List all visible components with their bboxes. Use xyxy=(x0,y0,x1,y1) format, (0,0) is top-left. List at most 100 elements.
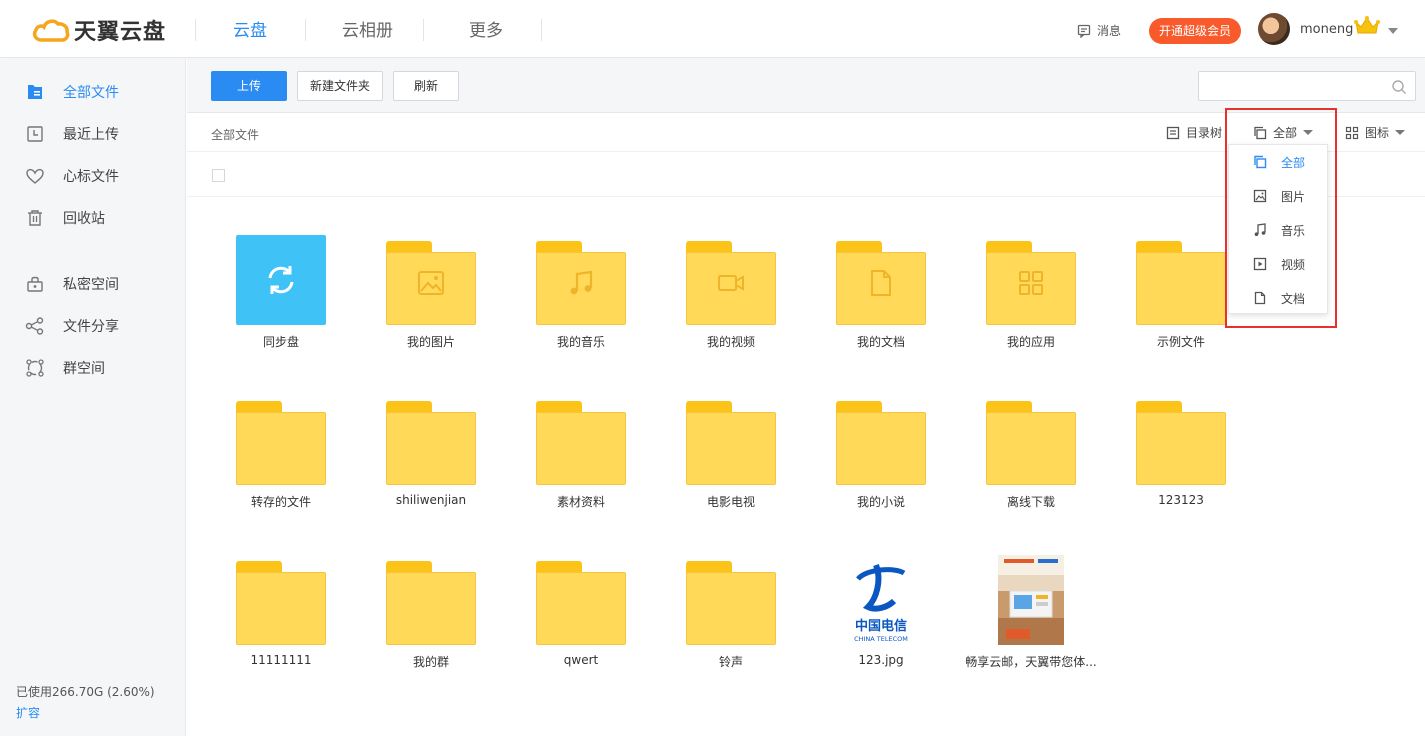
logo-text: 天翼云盘 xyxy=(74,20,167,45)
folder-item[interactable]: 我的小说 xyxy=(806,395,956,525)
filter-option-videos[interactable]: 视频 xyxy=(1229,247,1329,281)
video-icon xyxy=(1253,257,1267,271)
view-mode-toggle[interactable]: 图标 xyxy=(1345,124,1406,141)
folder-item[interactable]: 我的图片 xyxy=(356,235,506,365)
nav-divider xyxy=(541,19,542,41)
file-name: 我的文档 xyxy=(856,335,905,349)
folder-item[interactable]: 我的群 xyxy=(356,555,506,685)
image-thumbnail: 中国电信 CHINA TELECOM xyxy=(846,555,916,645)
sidebar-item-recent-uploads[interactable]: 最近上传 xyxy=(0,117,186,151)
image-icon xyxy=(1253,189,1267,203)
sidebar-item-file-share[interactable]: 文件分享 xyxy=(0,309,186,343)
nav-more[interactable]: 更多 xyxy=(469,19,503,43)
folder-item[interactable]: 离线下载 xyxy=(956,395,1106,525)
avatar[interactable] xyxy=(1258,13,1290,45)
sidebar-item-label: 文件分享 xyxy=(63,319,119,335)
folder-item[interactable]: 素材资料 xyxy=(506,395,656,525)
sidebar-item-favorites[interactable]: 心标文件 xyxy=(0,159,186,193)
search-icon[interactable] xyxy=(1391,79,1407,95)
folder-icon xyxy=(686,401,776,485)
messages-button[interactable]: 消息 xyxy=(1077,22,1121,39)
file-name: 示例文件 xyxy=(1156,335,1205,349)
copy-icon xyxy=(1254,155,1267,169)
sidebar-item-label: 最近上传 xyxy=(63,127,119,143)
music-icon xyxy=(566,268,596,301)
file-name: 我的音乐 xyxy=(556,335,605,349)
folder-item[interactable]: 123123 xyxy=(1106,395,1256,525)
china-telecom-logo: 中国电信CHINA TELECOM xyxy=(854,563,908,643)
lock-box-icon xyxy=(25,274,45,294)
filter-option-music[interactable]: 音乐 xyxy=(1229,213,1329,247)
file-name: shiliwenjian xyxy=(395,493,467,507)
image-icon xyxy=(416,268,446,301)
telecom-en-text: CHINA TELECOM xyxy=(854,635,908,643)
expand-storage-link[interactable]: 扩容 xyxy=(16,704,40,721)
file-item[interactable]: 畅享云邮，天翼带您体... xyxy=(956,555,1106,685)
promo-illustration xyxy=(1004,559,1058,639)
image-thumbnail xyxy=(998,555,1064,645)
filter-option-label: 图片 xyxy=(1281,189,1306,204)
sidebar-item-all-files[interactable]: 全部文件 xyxy=(0,75,186,109)
nav-cloud-drive[interactable]: 云盘 xyxy=(233,19,267,43)
folder-item[interactable]: 我的视频 xyxy=(656,235,806,365)
folder-icon xyxy=(536,561,626,645)
folder-item[interactable]: 我的文档 xyxy=(806,235,956,365)
sidebar-item-group-space[interactable]: 群空间 xyxy=(0,351,186,385)
breadcrumb[interactable]: 全部文件 xyxy=(211,126,259,143)
folder-icon xyxy=(686,241,776,325)
directory-tree-icon xyxy=(1166,126,1180,139)
sync-icon xyxy=(268,266,294,294)
filter-option-images[interactable]: 图片 xyxy=(1229,179,1329,213)
folder-item[interactable]: 11111111 xyxy=(206,555,356,685)
file-name: 我的应用 xyxy=(1006,335,1055,349)
nav-cloud-album[interactable]: 云相册 xyxy=(342,19,393,43)
cloud-logo-icon xyxy=(32,19,70,42)
new-folder-button[interactable]: 新建文件夹 xyxy=(297,71,383,101)
top-header: 天翼云盘 云盘 云相册 更多 消息 开通超级会员 moneng xyxy=(0,0,1425,58)
folder-item[interactable]: qwert xyxy=(506,555,656,685)
filter-option-label: 视频 xyxy=(1281,257,1306,272)
folder-icon xyxy=(386,401,476,485)
upload-button[interactable]: 上传 xyxy=(211,71,287,101)
storage-usage-text: 已使用266.70G (2.60%) xyxy=(16,685,155,699)
file-name: 123.jpg xyxy=(858,653,904,667)
filter-option-all[interactable]: 全部 xyxy=(1229,145,1329,179)
file-type-filter[interactable]: 全部 xyxy=(1253,124,1314,141)
filter-option-label: 全部 xyxy=(1281,155,1306,170)
file-list-icon xyxy=(25,82,45,102)
folder-item[interactable]: 转存的文件 xyxy=(206,395,356,525)
folder-item[interactable]: 电影电视 xyxy=(656,395,806,525)
file-item[interactable]: 同步盘 xyxy=(206,235,356,365)
sidebar-item-label: 群空间 xyxy=(63,361,105,377)
folder-item[interactable]: 铃声 xyxy=(656,555,806,685)
vip-upgrade-button[interactable]: 开通超级会员 xyxy=(1149,18,1241,44)
select-all-checkbox[interactable] xyxy=(212,169,225,182)
file-type-filter-label: 全部 xyxy=(1273,126,1298,140)
heart-icon xyxy=(25,166,45,186)
sidebar-item-label: 心标文件 xyxy=(63,169,119,185)
directory-tree-button[interactable]: 目录树 xyxy=(1166,124,1222,141)
username[interactable]: moneng xyxy=(1300,22,1353,37)
folder-icon xyxy=(1136,401,1226,485)
sidebar-item-private-space[interactable]: 私密空间 xyxy=(0,267,186,301)
folder-icon xyxy=(236,561,326,645)
folder-item[interactable]: shiliwenjian xyxy=(356,395,506,525)
user-menu-caret-icon[interactable] xyxy=(1388,28,1398,34)
logo[interactable]: 天翼云盘 xyxy=(32,16,167,45)
message-icon xyxy=(1077,24,1091,38)
sidebar: 全部文件 最近上传 心标文件 回收站 私密空间 文件分享 群空间 已使用266.… xyxy=(0,59,186,736)
file-name: 同步盘 xyxy=(262,335,299,349)
filter-option-documents[interactable]: 文档 xyxy=(1229,281,1329,315)
file-item[interactable]: 中国电信 CHINA TELECOM 123.jpg xyxy=(806,555,956,685)
video-icon xyxy=(716,268,746,301)
search-input[interactable] xyxy=(1205,76,1375,96)
file-name: 我的视频 xyxy=(706,335,755,349)
folder-item[interactable]: 我的音乐 xyxy=(506,235,656,365)
folder-icon xyxy=(386,561,476,645)
folder-item[interactable]: 我的应用 xyxy=(956,235,1106,365)
nav-divider xyxy=(423,19,424,41)
sidebar-item-recycle-bin[interactable]: 回收站 xyxy=(0,201,186,235)
refresh-button[interactable]: 刷新 xyxy=(393,71,459,101)
file-name: qwert xyxy=(563,653,599,667)
telecom-cn-text: 中国电信 xyxy=(855,618,907,634)
